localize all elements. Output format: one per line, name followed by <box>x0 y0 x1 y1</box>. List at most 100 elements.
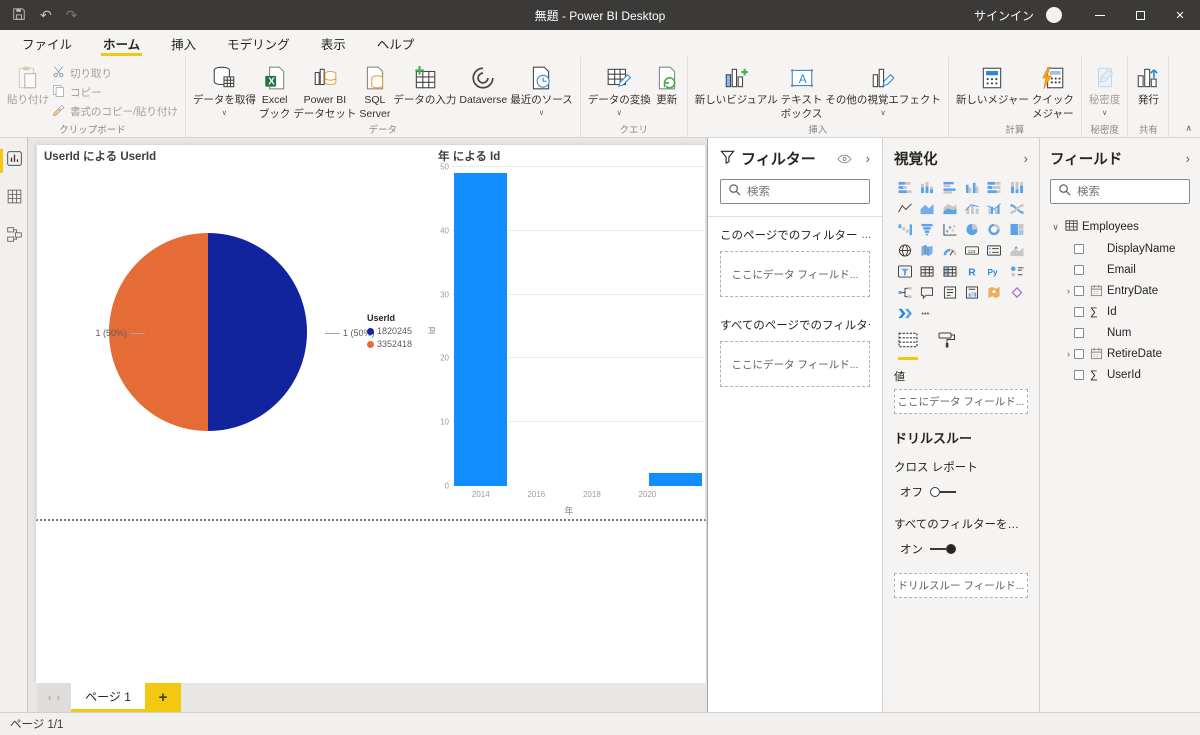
values-drop-zone[interactable]: ここにデータ フィールド... <box>894 389 1028 414</box>
save-icon[interactable] <box>12 7 26 23</box>
tab-insert[interactable]: 挿入 <box>169 30 198 57</box>
decomposition-tree-icon[interactable] <box>894 284 916 301</box>
publish-button[interactable]: 発行 <box>1135 61 1161 107</box>
stacked-bar-icon[interactable] <box>894 179 916 196</box>
bar-chart-visual[interactable]: 年 による Id Id 0 10 20 30 40 50 2014 2016 2018 2020 … <box>427 145 707 520</box>
bar-2014[interactable] <box>454 173 508 486</box>
recent-sources-button[interactable]: 最近のソース ∨ <box>510 61 573 118</box>
qa-icon[interactable] <box>916 284 938 301</box>
multi-row-card-icon[interactable] <box>983 242 1005 259</box>
100-stacked-column-icon[interactable] <box>1006 179 1028 196</box>
map-icon[interactable] <box>894 242 916 259</box>
tab-home[interactable]: ホーム <box>101 30 143 57</box>
report-page[interactable]: UserId による UserId 1 (50%) 1 (50%) UserId… <box>36 145 706 683</box>
fields-search[interactable] <box>1050 179 1190 204</box>
sign-in-button[interactable]: サインイン <box>974 7 1034 24</box>
clustered-column-icon[interactable] <box>961 179 983 196</box>
chevron-down-icon[interactable]: ∨ <box>1050 222 1061 233</box>
more-visuals-button[interactable]: その他の視覚エフェクト ∨ <box>825 61 941 118</box>
power-automate-icon[interactable] <box>894 305 916 322</box>
model-view-button[interactable] <box>0 222 28 252</box>
page-tab-1[interactable]: ページ 1 <box>71 683 145 712</box>
stacked-area-icon[interactable] <box>939 200 961 217</box>
field-item-displayname[interactable]: DisplayName <box>1063 238 1190 259</box>
cross-report-toggle[interactable]: オフ <box>900 484 1028 500</box>
chevron-right-icon[interactable]: › <box>1063 286 1074 296</box>
line-icon[interactable] <box>894 200 916 217</box>
field-item-id[interactable]: ∑ Id <box>1063 301 1190 322</box>
checkbox[interactable] <box>1074 369 1084 380</box>
tab-file[interactable]: ファイル <box>20 30 74 57</box>
dataverse-button[interactable]: Dataverse <box>459 61 507 107</box>
more-options-icon[interactable]: ••• <box>916 305 938 322</box>
table-employees[interactable]: ∨ Employees <box>1050 216 1190 238</box>
pie-icon[interactable] <box>961 221 983 238</box>
pie-chart-visual[interactable]: UserId による UserId 1 (50%) 1 (50%) UserId… <box>37 145 431 520</box>
page-filter-drop-zone[interactable]: ここにデータ フィールド... <box>720 251 870 297</box>
funnel-icon[interactable] <box>916 221 938 238</box>
filter-search-input[interactable] <box>747 185 862 198</box>
minimize-button[interactable] <box>1080 0 1120 30</box>
more-options-icon[interactable]: ... <box>858 229 870 241</box>
field-item-num[interactable]: Num <box>1063 322 1190 343</box>
paginated-report-icon[interactable] <box>961 284 983 301</box>
keep-filters-toggle[interactable]: オン <box>900 541 1028 557</box>
ribbon-chart-icon[interactable] <box>1006 200 1028 217</box>
line-stacked-column-icon[interactable] <box>961 200 983 217</box>
checkbox[interactable] <box>1074 306 1084 317</box>
collapse-pane-icon[interactable]: › <box>1024 151 1028 166</box>
field-item-retiredate[interactable]: › RetireDate <box>1063 343 1190 364</box>
field-item-email[interactable]: Email <box>1063 259 1190 280</box>
quick-measure-button[interactable]: クイック メジャー <box>1032 61 1074 121</box>
treemap-icon[interactable] <box>1006 221 1028 238</box>
filter-search[interactable] <box>720 179 870 204</box>
r-script-icon[interactable]: R <box>961 263 983 280</box>
field-item-entrydate[interactable]: › EntryDate <box>1063 280 1190 301</box>
python-icon[interactable]: Py <box>983 263 1005 280</box>
scatter-icon[interactable] <box>939 221 961 238</box>
refresh-button[interactable]: 更新 <box>654 61 680 107</box>
kpi-icon[interactable] <box>1006 242 1028 259</box>
fields-search-input[interactable] <box>1077 185 1182 198</box>
arcgis-map-icon[interactable] <box>983 284 1005 301</box>
powerbi-datasets-button[interactable]: Power BI データセット <box>293 61 356 121</box>
chevron-right-icon[interactable]: › <box>1063 349 1074 359</box>
maximize-button[interactable] <box>1120 0 1160 30</box>
undo-icon[interactable]: ↶ <box>40 8 52 22</box>
new-measure-button[interactable]: 新しいメジャー <box>956 61 1029 107</box>
data-view-button[interactable] <box>0 184 28 214</box>
avatar[interactable] <box>1046 7 1062 23</box>
new-visual-button[interactable]: 新しいビジュアル <box>695 61 778 107</box>
eye-icon[interactable] <box>837 154 852 164</box>
bar-2021[interactable] <box>648 473 702 486</box>
format-tab[interactable] <box>938 332 956 360</box>
donut-icon[interactable] <box>983 221 1005 238</box>
collapse-ribbon-icon[interactable]: ∧ <box>1185 123 1192 134</box>
collapse-pane-icon[interactable]: › <box>1186 151 1190 166</box>
checkbox[interactable] <box>1074 243 1084 254</box>
area-icon[interactable] <box>916 200 938 217</box>
collapse-pane-icon[interactable]: › <box>866 151 870 166</box>
line-clustered-column-icon[interactable] <box>983 200 1005 217</box>
checkbox[interactable] <box>1074 348 1084 359</box>
tab-help[interactable]: ヘルプ <box>375 30 417 57</box>
table-icon[interactable] <box>916 263 938 280</box>
filled-map-icon[interactable] <box>916 242 938 259</box>
enter-data-button[interactable]: データの入力 <box>393 61 456 107</box>
metrics-icon[interactable] <box>1006 284 1028 301</box>
stacked-column-icon[interactable] <box>916 179 938 196</box>
checkbox[interactable] <box>1074 285 1084 296</box>
tab-view[interactable]: 表示 <box>319 30 348 57</box>
drillthrough-drop-zone[interactable]: ドリルスルー フィールド... <box>894 573 1028 598</box>
checkbox[interactable] <box>1074 264 1084 275</box>
clustered-bar-icon[interactable] <box>939 179 961 196</box>
sql-server-button[interactable]: SQL Server <box>359 61 390 121</box>
text-box-button[interactable]: A テキスト ボックス <box>781 61 822 121</box>
close-button[interactable]: ✕ <box>1160 0 1200 30</box>
smart-narrative-icon[interactable] <box>939 284 961 301</box>
all-pages-filter-drop-zone[interactable]: ここにデータ フィールド... <box>720 341 870 387</box>
waterfall-icon[interactable] <box>894 221 916 238</box>
excel-workbook-button[interactable]: X Excel ブック <box>259 61 290 121</box>
tab-modeling[interactable]: モデリング <box>225 30 292 57</box>
card-icon[interactable]: 123 <box>961 242 983 259</box>
